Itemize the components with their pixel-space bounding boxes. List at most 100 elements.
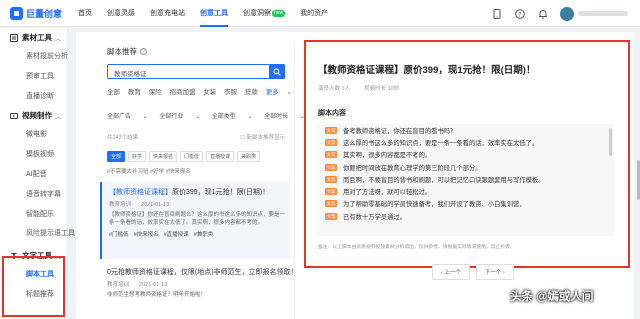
sidebar-item-live-diagnosis[interactable]: 直播诊断: [0, 87, 67, 107]
video-icon: [10, 112, 18, 119]
filter-label: 全部类型: [211, 114, 236, 120]
tag-education[interactable]: 教育: [128, 89, 141, 96]
highlight-box-sidebar: [2, 256, 65, 317]
sidebar-item-template-video[interactable]: 模板视频: [0, 145, 67, 165]
sidebar-item-risk-tips[interactable]: 风险提示语工具: [0, 224, 75, 244]
nav-inspiration[interactable]: 创意灵感: [107, 0, 135, 27]
sidebar-item-speech-to-subtitle[interactable]: 语音转字幕: [0, 185, 67, 205]
prev-button[interactable]: ‹ 上一个: [432, 264, 470, 280]
more-tags-link[interactable]: 更多 ⌄: [266, 89, 292, 96]
result-count-row: 共243个结果 ☐ 新脚本推荐显示: [107, 133, 285, 141]
sidebar-item-material-analysis[interactable]: 素材投前分析: [0, 47, 68, 67]
help-icon[interactable]: ?: [514, 8, 525, 19]
chip-sign-up[interactable]: 快来报名: [149, 151, 178, 162]
previous-card-tags: #不需要去补习班 #好学 #快来报名: [107, 169, 191, 175]
tag-womens-wear[interactable]: 女装: [203, 89, 216, 96]
nav-my-assets[interactable]: 我的资产: [300, 0, 328, 27]
tag-clothes[interactable]: 衣服: [224, 89, 237, 96]
filter-label: 全部行业: [159, 114, 184, 120]
sidebar-group-label: 视频制作: [22, 111, 52, 121]
chip-low-threshold[interactable]: 门槛低: [180, 151, 204, 162]
card-meta: 教育培训 2021-01-13: [107, 280, 290, 288]
script-content-heading: 脚本内容: [318, 110, 346, 117]
logo-icon: [10, 6, 23, 20]
script-recommend-title: 脚本推荐?: [107, 46, 147, 57]
result-count: 共243个结果: [107, 135, 139, 141]
prev-label: 上一个: [444, 270, 461, 276]
new-script-checkbox[interactable]: ☐ 新脚本推荐显示: [240, 133, 285, 141]
chevron-up-icon: ︿: [54, 37, 61, 43]
nav-charging-station[interactable]: 创意充电站: [150, 0, 185, 27]
nav-home[interactable]: 首页: [78, 0, 92, 27]
card-industry: 教育培训: [107, 282, 130, 288]
bell-icon[interactable]: [537, 8, 548, 19]
search-icon: [273, 67, 281, 76]
tag-loans[interactable]: 贷款: [245, 89, 258, 96]
line-text: 其实啊，很多内容都是不考的。: [343, 152, 432, 160]
material-icon: [10, 33, 18, 42]
filter-type[interactable]: 全部类型 ⌄: [212, 114, 253, 120]
card-date: 2021-01-13: [139, 282, 168, 288]
chip-live-teaching[interactable]: 直播授课: [206, 151, 235, 162]
pager: ‹ 上一个 下一个 ›: [432, 264, 520, 280]
script-line: 文案 为了帮助零基础的学员快速备考，我们开设了教资、小白集训营，: [318, 198, 614, 210]
chip-part-time[interactable]: 兼职类: [237, 151, 261, 162]
video-duration: 视频时长 10秒: [364, 86, 400, 92]
chip-easy-learn[interactable]: 好学: [128, 151, 147, 162]
script-line: 文案 其实啊，很多内容都是不考的。: [318, 149, 614, 161]
actor-count: 演员人数 1人: [318, 86, 351, 92]
card-industry: 教育培训: [109, 202, 132, 208]
content-scrollbar[interactable]: [609, 128, 612, 156]
question-icon[interactable]: ?: [140, 48, 147, 55]
mobile-icon[interactable]: [491, 8, 502, 19]
avatar[interactable]: [560, 6, 574, 21]
script-line: 文案 已有数十万学员通过。: [318, 210, 614, 222]
main-nav: 首页 创意灵感 创意充电站 创意工具 创意洞察 new 我的资产: [78, 0, 343, 27]
more-label: 更多: [265, 89, 279, 96]
filter-duration[interactable]: 全部时长 ⌄: [264, 114, 305, 120]
nav-creative-tools[interactable]: 创意工具: [200, 0, 228, 27]
script-card[interactable]: 【教师资格证课程】原价399，现1元抢！限(日期)！ 教育培训 2021-01-1…: [100, 182, 290, 259]
filter-label: 全部时长: [264, 114, 289, 120]
next-button[interactable]: 下一个 ›: [475, 264, 514, 280]
sidebar-group-video-production[interactable]: 视频制作 ︿: [0, 106, 67, 125]
card-title-highlight: 【教师资格证课程】: [109, 189, 172, 196]
sidebar-item-smart-music[interactable]: 智能配乐: [0, 205, 67, 225]
line-label: 文案: [325, 200, 337, 208]
tag-all[interactable]: 全部: [107, 89, 120, 96]
filter-industry[interactable]: 全部行业 ⌄: [159, 114, 200, 120]
script-line: 文案 备考教师资格证，你还在盲目的看书吗？: [318, 124, 614, 136]
top-navbar: 巨量创意 首页 创意灵感 创意充电站 创意工具 创意洞察 new 我的资产 ?: [0, 0, 640, 27]
sidebar-item-pre-review[interactable]: 预审工具: [0, 67, 67, 87]
nav-insight[interactable]: 创意洞察 new: [243, 0, 286, 27]
search-input[interactable]: 教师资格证: [107, 64, 285, 79]
chip-all[interactable]: 全部: [107, 151, 126, 162]
script-card[interactable]: 0元抢教师资格证课程，仅限(地点)非师范生，立即报名领取！ 教育培训 2021-0…: [100, 265, 298, 319]
script-meta: 演员人数 1人 视频时长 10秒: [318, 84, 413, 92]
sidebar-item-micro-film[interactable]: 微电影: [0, 125, 67, 145]
tag-franchise[interactable]: 招商加盟: [169, 89, 195, 96]
sidebar-item-ai-dubbing[interactable]: AI配音: [0, 165, 67, 185]
card-title: 【教师资格证课程】原价399，现1元抢！限(日期)！: [109, 187, 290, 197]
search-button[interactable]: [269, 64, 285, 79]
card-tag: #快来报名: [133, 232, 159, 238]
checkbox-label: 新脚本推荐显示: [246, 135, 285, 141]
script-line: 文案 你要把时间放在教育心理学的第三阶段几个部分。: [318, 161, 614, 173]
logo-text: 巨量创意: [26, 8, 63, 19]
card-date: 2021-01-13: [141, 202, 170, 208]
sidebar-group-material-tools[interactable]: 素材工具 ︿: [0, 28, 67, 47]
logo[interactable]: 巨量创意: [10, 6, 70, 20]
svg-text:?: ?: [518, 11, 521, 18]
script-content-box: 文案 备考教师资格证，你还在盲目的看书吗？ 文案 这么厚的书这么多的知识点，要是一条…: [318, 124, 614, 236]
card-tag: #直播授课: [163, 232, 189, 238]
line-label: 文案: [325, 188, 337, 196]
main-panel: 脚本推荐? 教师资格证 全部 教育 保险 招商加盟 女装 衣服 贷款 更多 ⌄ …: [76, 32, 634, 319]
line-label: 文案: [325, 151, 337, 159]
line-label: 文案: [325, 138, 337, 146]
tag-insurance[interactable]: 保险: [149, 89, 162, 96]
line-text: 这么厚的书这么多的知识点，要是一条一条看的话，效率实在太低了。: [343, 139, 539, 147]
keyword-chips: 全部 好学 快来报名 门槛低 直播授课 兼职类: [107, 151, 263, 162]
card-title-text: 0元抢教师资格证课程，仅限(地点)非师范生，立即报名领取！: [107, 269, 298, 276]
filter-ads[interactable]: 全部广告 ⌄: [107, 114, 148, 120]
filter-row: 全部广告 ⌄ 全部行业 ⌄ 全部类型 ⌄ 全部时长 ⌄: [107, 111, 315, 120]
